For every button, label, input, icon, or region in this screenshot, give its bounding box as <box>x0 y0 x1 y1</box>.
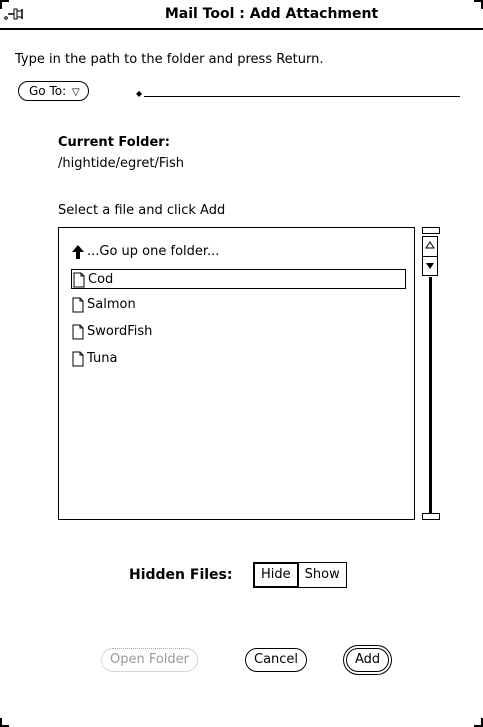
goto-button[interactable]: Go To: ▽ <box>18 81 89 101</box>
open-folder-button[interactable]: Open Folder <box>101 648 199 672</box>
list-item-label: Salmon <box>87 297 136 312</box>
document-icon <box>72 324 84 339</box>
add-button[interactable]: Add <box>346 648 390 672</box>
document-icon <box>72 297 84 312</box>
path-instruction: Type in the path to the folder and press… <box>15 52 324 67</box>
file-list-scrollbar[interactable] <box>421 227 441 520</box>
file-list[interactable]: ...Go up one folder... Cod Salmon SwordF… <box>58 227 415 520</box>
file-list-prompt: Select a file and click Add <box>58 203 226 218</box>
window-corner <box>0 718 9 727</box>
up-arrow-icon <box>72 244 84 259</box>
scrollbar-cable[interactable] <box>429 277 432 513</box>
title-bar[interactable]: Mail Tool : Add Attachment <box>0 0 483 30</box>
list-item[interactable]: Tuna <box>71 349 391 369</box>
list-item-label: Tuna <box>87 351 118 366</box>
cancel-button[interactable]: Cancel <box>245 648 308 672</box>
document-icon <box>73 272 85 287</box>
dropdown-triangle-icon: ▽ <box>71 87 80 98</box>
hidden-files-show-option[interactable]: Show <box>297 562 347 588</box>
list-item[interactable]: SwordFish <box>71 322 391 342</box>
hidden-files-toggle[interactable]: Hide Show <box>253 562 347 588</box>
go-up-folder-item[interactable]: ...Go up one folder... <box>71 242 391 262</box>
scroll-up-arrow-icon[interactable] <box>423 237 437 255</box>
path-input[interactable] <box>144 96 460 97</box>
scrollbar-bottom-cable-anchor[interactable] <box>422 513 440 520</box>
list-item[interactable]: Cod <box>71 269 406 289</box>
document-icon <box>72 351 84 366</box>
list-item-label: SwordFish <box>87 324 153 339</box>
window-corner <box>474 718 483 727</box>
hidden-files-label: Hidden Files: <box>129 567 233 583</box>
current-folder-label: Current Folder: <box>58 135 170 150</box>
window-title: Mail Tool : Add Attachment <box>164 6 379 22</box>
scrollbar-top-cable-anchor[interactable] <box>422 227 440 234</box>
scrollbar-elevator[interactable] <box>422 236 438 276</box>
current-folder-path: /hightide/egret/Fish <box>58 156 185 171</box>
list-item[interactable]: Salmon <box>71 295 391 315</box>
goto-label: Go To: <box>29 84 67 98</box>
go-up-folder-label: ...Go up one folder... <box>87 244 220 259</box>
list-item-label: Cod <box>88 272 114 287</box>
text-caret-icon: ◆ <box>136 89 143 98</box>
hidden-files-hide-option[interactable]: Hide <box>253 562 299 588</box>
scroll-down-arrow-icon[interactable] <box>423 257 437 276</box>
